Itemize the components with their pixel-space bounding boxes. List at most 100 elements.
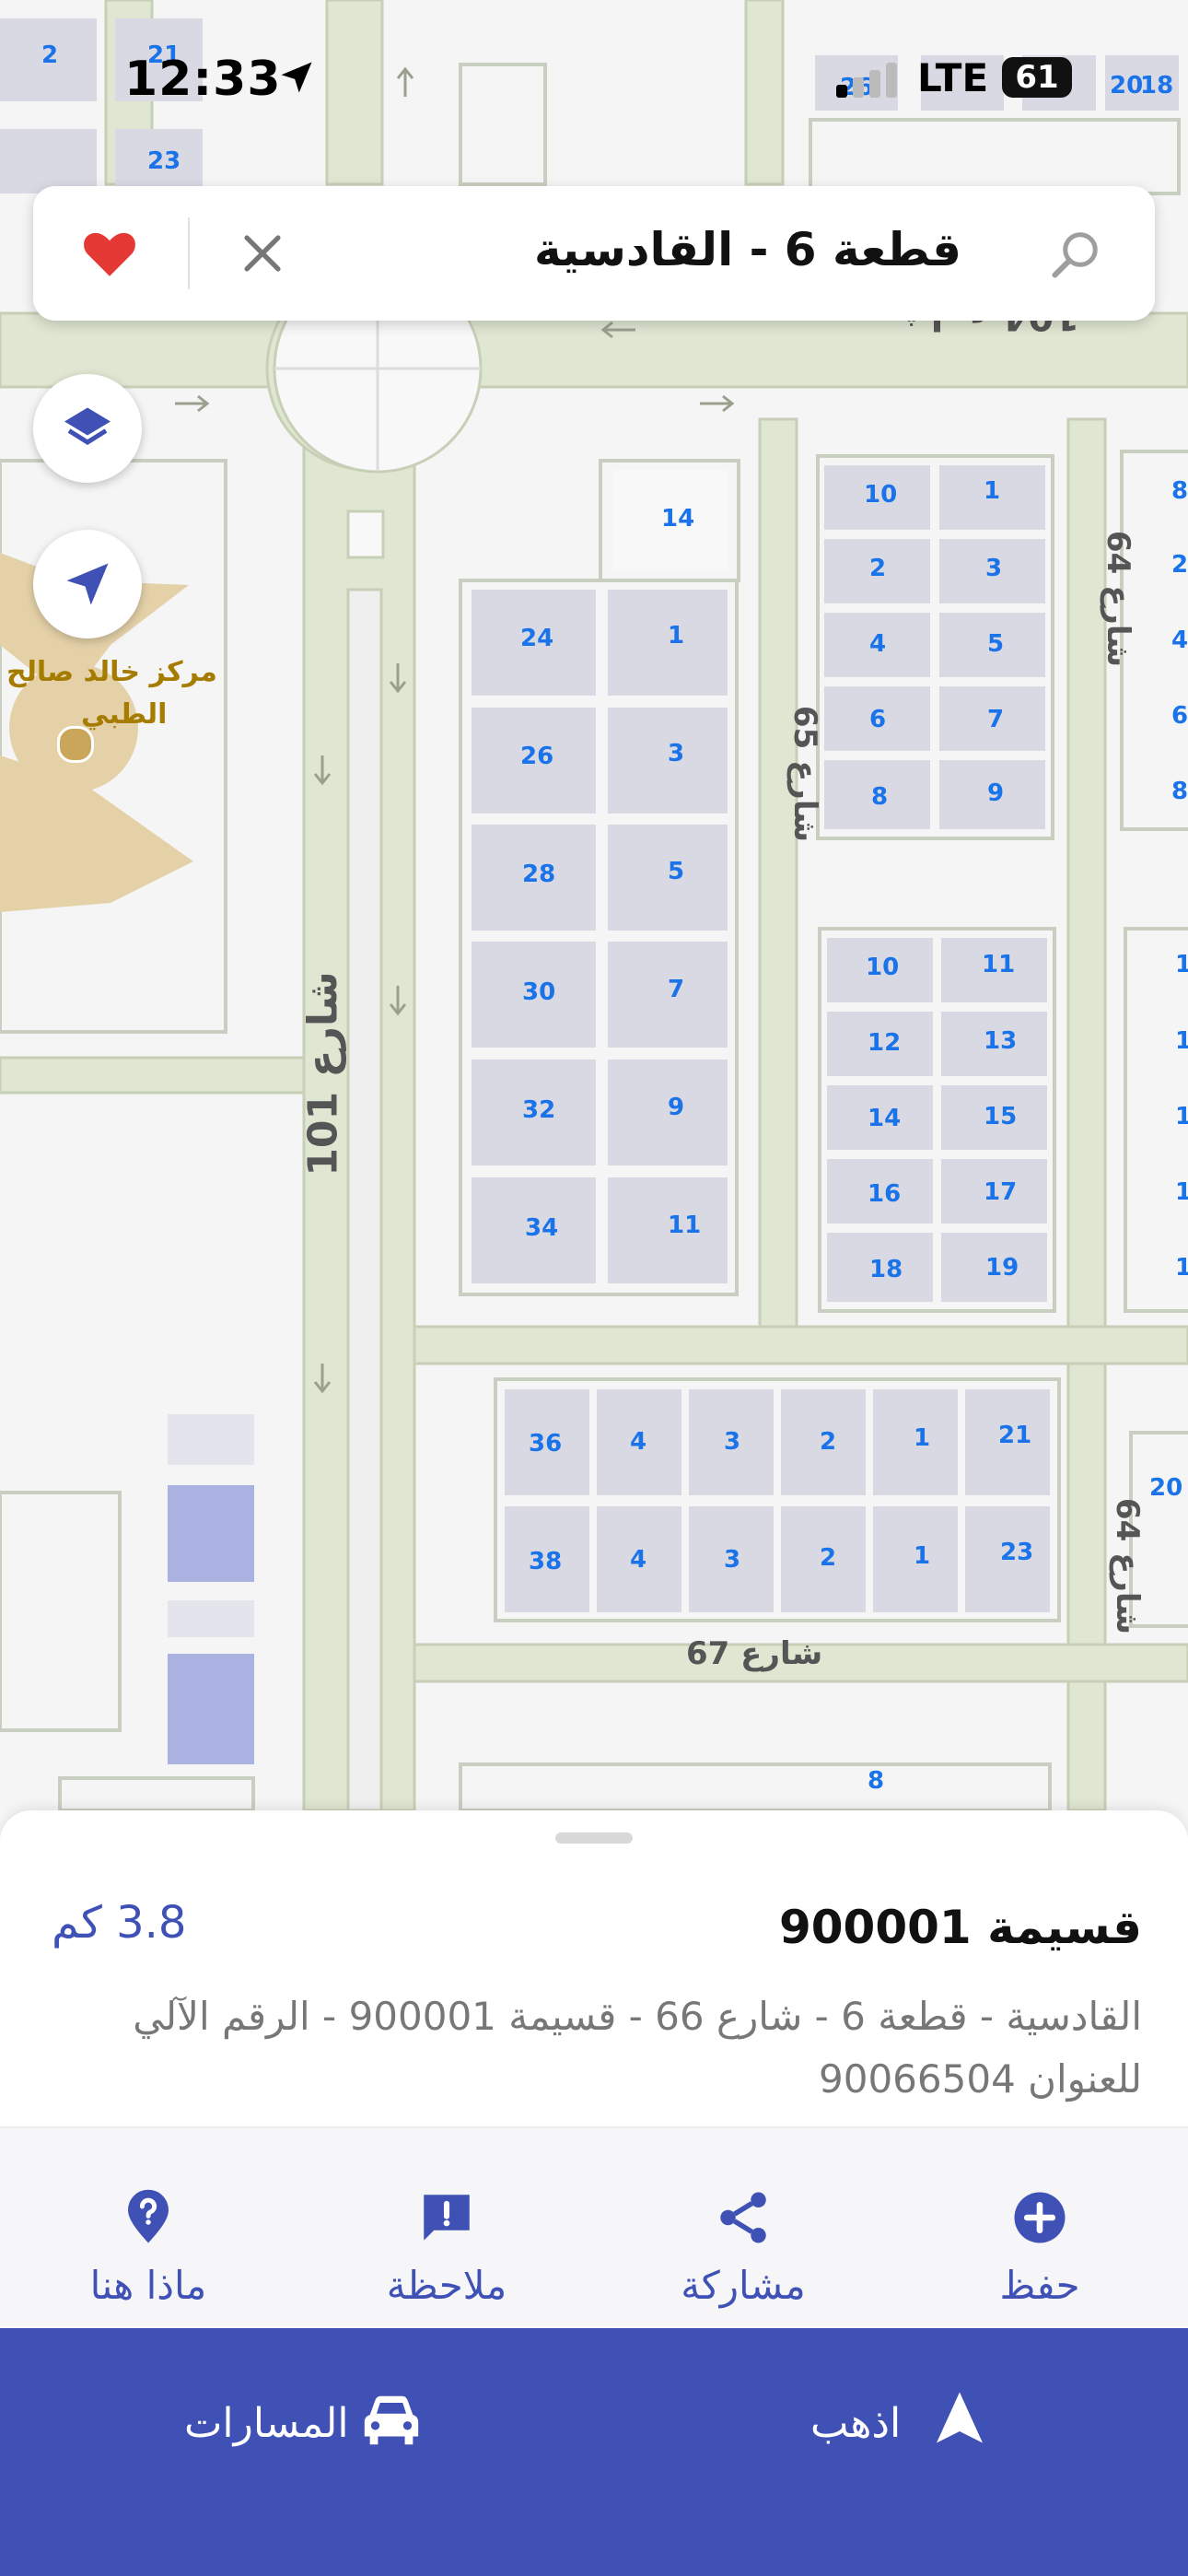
place-address: القادسية - قطعة 6 - شارع 66 - قسيمة 9000… — [133, 1994, 1142, 2102]
heart-icon[interactable] — [79, 223, 140, 284]
plot-number: 1 — [1175, 1027, 1188, 1055]
plot-number: 1 — [984, 477, 1001, 505]
plot-number: 2 — [1171, 551, 1188, 579]
plot-number: 8 — [871, 783, 889, 811]
go-button[interactable]: اذهب — [801, 2383, 1096, 2472]
close-icon[interactable] — [236, 227, 289, 280]
save-label: حفظ — [999, 2263, 1080, 2308]
share-label: مشاركة — [681, 2263, 806, 2308]
status-bar: 12:33 LTE 61 — [0, 0, 1188, 166]
battery-icon: 61 — [1002, 57, 1072, 98]
plot-number: 16 — [868, 1180, 902, 1208]
plot-number: 18 — [869, 1256, 903, 1283]
plot-number: 34 — [525, 1214, 559, 1242]
feedback-button[interactable]: ملاحظة — [298, 2128, 595, 2326]
location-arrow-icon — [281, 62, 312, 93]
share-button[interactable]: مشاركة — [595, 2128, 891, 2326]
navigation-bar: اذهب المسارات — [0, 2328, 1188, 2576]
plot-number: 6 — [1171, 702, 1188, 730]
search-query[interactable]: قطعة 6 - القادسية — [534, 223, 961, 276]
plot-number: 3 — [985, 555, 1003, 582]
plot-number: 8 — [1171, 778, 1188, 805]
plot-number: 10 — [864, 481, 898, 509]
layers-button[interactable] — [33, 374, 142, 483]
street-label-64a: شارع 64 — [1100, 530, 1137, 668]
plot-number: 19 — [985, 1254, 1019, 1282]
signal-icon — [836, 63, 897, 98]
plot-number: 2 — [869, 555, 887, 582]
plot-number: 26 — [520, 743, 554, 770]
plot-number: 1 — [914, 1542, 931, 1570]
plot-number: 14 — [868, 1105, 902, 1132]
feedback-label: ملاحظة — [386, 2263, 507, 2308]
plot-number: 28 — [522, 861, 556, 888]
plot-number: 4 — [1171, 626, 1188, 654]
street-label-101: شارع 101 — [299, 971, 347, 1177]
plot-number: 24 — [520, 625, 554, 652]
plot-number: 11 — [982, 951, 1016, 978]
plot-number: 21 — [998, 1422, 1032, 1449]
status-time: 12:33 — [124, 52, 282, 107]
routes-button[interactable]: المسارات — [175, 2383, 451, 2472]
place-title: قسيمة 900001 — [778, 1901, 1142, 1954]
plot-number: 7 — [987, 706, 1005, 733]
place-distance: 3.8 كم — [52, 1897, 187, 1949]
plot-number: 17 — [984, 1178, 1018, 1206]
layers-icon — [64, 407, 111, 445]
add-circle-icon — [1014, 2192, 1066, 2243]
plot-number: 4 — [630, 1428, 647, 1456]
plot-number: 8 — [868, 1767, 885, 1795]
search-bar[interactable]: قطعة 6 - القادسية — [33, 186, 1155, 321]
plot-number: 5 — [668, 858, 685, 885]
go-label: اذهب — [810, 2400, 902, 2447]
car-icon — [364, 2395, 419, 2445]
my-location-button[interactable] — [33, 530, 142, 638]
routes-label: المسارات — [184, 2400, 349, 2447]
whats-here-label: ماذا هنا — [89, 2263, 207, 2308]
plot-number: 8 — [1171, 477, 1188, 505]
plot-number: 1 — [1175, 951, 1188, 978]
search-divider — [188, 217, 190, 289]
search-icon[interactable] — [1048, 227, 1103, 282]
plot-number: 15 — [984, 1103, 1018, 1130]
plot-number: 13 — [984, 1027, 1018, 1055]
poi-label-line2[interactable]: الطبي — [81, 698, 167, 731]
plot-number: 23 — [1000, 1539, 1034, 1566]
plot-number: 20 — [1149, 1474, 1183, 1502]
save-button[interactable]: حفظ — [891, 2128, 1188, 2326]
feedback-icon — [424, 2195, 470, 2241]
plot-number: 30 — [522, 978, 556, 1006]
plot-number: 12 — [868, 1029, 902, 1057]
plot-number: 9 — [987, 779, 1005, 807]
plot-number: 38 — [529, 1548, 563, 1575]
plot-number: 1 — [914, 1424, 931, 1452]
plot-number: 9 — [668, 1094, 685, 1121]
plot-number: 6 — [869, 706, 887, 733]
plot-number: 36 — [529, 1430, 563, 1458]
plot-number: 10 — [866, 954, 900, 981]
whats-here-button[interactable]: ماذا هنا — [0, 2128, 297, 2326]
street-label-67: شارع 67 — [686, 1635, 823, 1672]
sheet-grabber[interactable] — [555, 1832, 633, 1844]
action-row: حفظ مشاركة ملاحظة ماذا هنا — [0, 2128, 1188, 2326]
poi-label-line1[interactable]: مركز خالد صالح الغنيم — [0, 656, 217, 688]
plot-number: 3 — [724, 1546, 741, 1574]
network-type: LTE — [917, 55, 989, 100]
plot-number: 7 — [668, 976, 685, 1003]
street-label-64b: شارع 64 — [1109, 1497, 1147, 1635]
plot-number: 1 — [1175, 1103, 1188, 1130]
plot-number: 2 — [820, 1544, 837, 1572]
plot-number: 11 — [668, 1212, 702, 1239]
plot-number: 1 — [668, 622, 685, 650]
help-icon — [128, 2189, 169, 2243]
navigation-arrow-icon — [66, 563, 109, 605]
plot-number: 3 — [724, 1428, 741, 1456]
plot-number: 1 — [1175, 1178, 1188, 1206]
plot-number: 14 — [661, 505, 695, 533]
street-label-65: شارع 65 — [786, 705, 824, 843]
plot-number: 2 — [820, 1428, 837, 1456]
plot-number: 5 — [987, 630, 1005, 658]
plot-number: 3 — [668, 740, 685, 767]
plot-number: 32 — [522, 1096, 556, 1124]
poi-medical-icon[interactable] — [57, 726, 94, 763]
